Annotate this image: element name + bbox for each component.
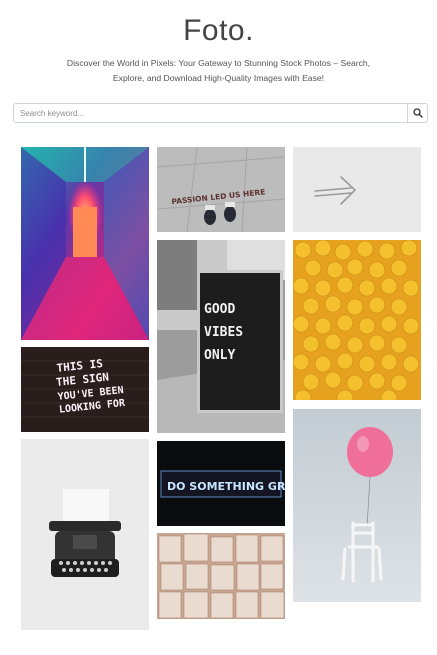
photo-good-vibes-only[interactable]: GOOD VIBES ONLY [157, 240, 285, 433]
do-something-great-text: DO SOMETHING GREAT [167, 480, 285, 493]
book-pages-image [157, 533, 285, 619]
photo-passion-led-us-here[interactable]: PASSION LED US HERE [157, 147, 285, 232]
photo-neon-sign[interactable]: THIS IS THE SIGN YOU'VE BEEN LOOKING FOR [21, 347, 149, 432]
photo-arrow[interactable] [293, 147, 421, 232]
photo-yellow-figurines[interactable] [293, 240, 421, 400]
photo-typewriter[interactable] [21, 439, 149, 630]
photo-book-pages[interactable] [157, 533, 285, 619]
yellow-figurines-image [293, 240, 421, 400]
site-tagline: Discover the World in Pixels: Your Gatew… [58, 56, 379, 86]
tagline-line-2: Explore, and Download High-Quality Image… [112, 73, 325, 83]
do-something-great-image: DO SOMETHING GREAT [157, 441, 285, 526]
tagline-line-1: Discover the World in Pixels: Your Gatew… [66, 58, 371, 68]
arrow-image [293, 147, 421, 232]
site-title: Foto. [183, 14, 254, 47]
search-input[interactable] [14, 104, 420, 122]
search-bar [13, 103, 428, 123]
passion-image: PASSION LED US HERE [157, 147, 285, 232]
neon-sign-image: THIS IS THE SIGN YOU'VE BEEN LOOKING FOR [21, 347, 149, 432]
photo-balloon-chair[interactable] [293, 409, 421, 602]
typewriter-image [21, 439, 149, 630]
photo-neon-corridor[interactable] [21, 147, 149, 340]
only-text: ONLY [204, 348, 235, 363]
vibes-text: VIBES [204, 325, 243, 340]
search-button[interactable] [407, 104, 427, 122]
good-text: GOOD [204, 302, 235, 317]
balloon-chair-image [293, 409, 421, 602]
photo-do-something-great[interactable]: DO SOMETHING GREAT [157, 441, 285, 526]
good-vibes-image: GOOD VIBES ONLY [157, 240, 285, 433]
neon-corridor-image [21, 147, 149, 340]
search-icon [413, 108, 423, 118]
